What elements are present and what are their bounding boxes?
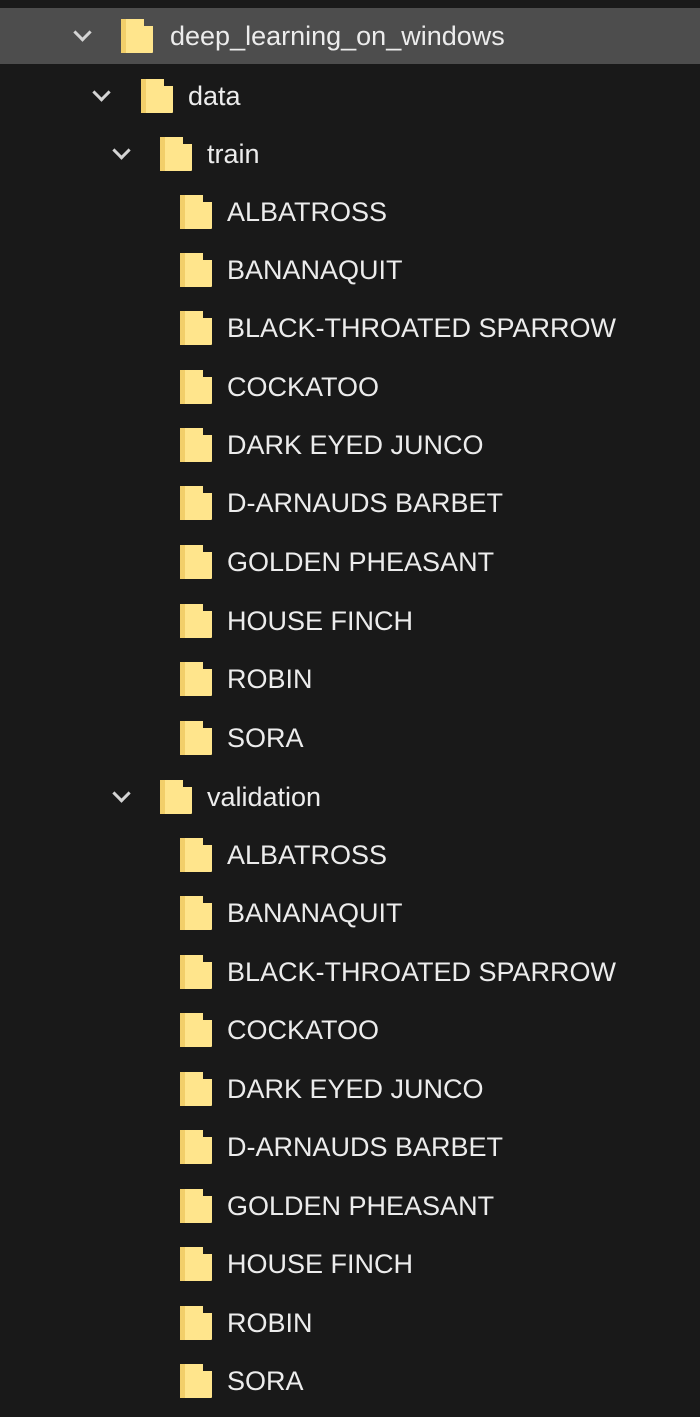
folder-icon bbox=[180, 428, 212, 462]
folder-icon bbox=[180, 662, 212, 696]
folder-icon bbox=[180, 1189, 212, 1223]
folder-icon bbox=[180, 838, 212, 872]
folder-icon bbox=[180, 896, 212, 930]
tree-item-validation[interactable]: validation bbox=[0, 768, 700, 826]
tree-item-label: validation bbox=[207, 782, 322, 812]
tree-item-train-class[interactable]: SORA bbox=[0, 709, 700, 767]
tree-item-validation-class[interactable]: SORA bbox=[0, 1352, 700, 1410]
tree-item-label: ALBATROSS bbox=[227, 197, 388, 227]
chevron-down-icon[interactable] bbox=[92, 83, 111, 102]
folder-icon bbox=[180, 1306, 212, 1340]
tree-item-train-class[interactable]: ALBATROSS bbox=[0, 183, 700, 241]
folder-icon bbox=[180, 955, 212, 989]
tree-item-label: D-ARNAUDS BARBET bbox=[227, 488, 504, 518]
folder-icon bbox=[160, 780, 192, 814]
chevron-down-icon[interactable] bbox=[112, 784, 131, 803]
tree-item-label: GOLDEN PHEASANT bbox=[227, 547, 495, 577]
folder-icon bbox=[180, 311, 212, 345]
tree-item-validation-class[interactable]: BLACK-THROATED SPARROW bbox=[0, 943, 700, 1001]
folder-icon bbox=[180, 1364, 212, 1398]
folder-icon bbox=[180, 604, 212, 638]
chevron-down-icon[interactable] bbox=[73, 23, 92, 42]
folder-icon bbox=[180, 1130, 212, 1164]
tree-item-train-class[interactable]: GOLDEN PHEASANT bbox=[0, 533, 700, 591]
tree-item-train-class[interactable]: ROBIN bbox=[0, 650, 700, 708]
tree-item-label: train bbox=[207, 139, 260, 169]
folder-icon bbox=[160, 137, 192, 171]
tree-item-label: BANANAQUIT bbox=[227, 255, 403, 285]
tree-item-validation-class[interactable]: GOLDEN PHEASANT bbox=[0, 1177, 700, 1235]
chevron-down-icon[interactable] bbox=[112, 141, 131, 160]
folder-icon bbox=[180, 253, 212, 287]
tree-item-label: D-ARNAUDS BARBET bbox=[227, 1132, 504, 1162]
tree-item-label: ROBIN bbox=[227, 664, 313, 694]
tree-item-label: DARK EYED JUNCO bbox=[227, 1074, 484, 1104]
tree-item-label: HOUSE FINCH bbox=[227, 1249, 414, 1279]
tree-item-validation-class[interactable]: DARK EYED JUNCO bbox=[0, 1060, 700, 1118]
tree-item-validation-class[interactable]: HOUSE FINCH bbox=[0, 1235, 700, 1293]
tree-item-train-class[interactable]: COCKATOO bbox=[0, 358, 700, 416]
tree-item-validation-class[interactable]: D-ARNAUDS BARBET bbox=[0, 1118, 700, 1176]
tree-item-label: ROBIN bbox=[227, 1308, 313, 1338]
folder-tree: deep_learning_on_windows data train ALBA… bbox=[0, 0, 700, 1417]
folder-icon bbox=[141, 79, 173, 113]
tree-item-deep-learning-on-windows[interactable]: deep_learning_on_windows bbox=[0, 8, 700, 64]
tree-item-label: DARK EYED JUNCO bbox=[227, 430, 484, 460]
folder-icon bbox=[180, 486, 212, 520]
tree-item-label: COCKATOO bbox=[227, 1015, 380, 1045]
tree-item-validation-class[interactable]: COCKATOO bbox=[0, 1001, 700, 1059]
tree-item-train-class[interactable]: BANANAQUIT bbox=[0, 241, 700, 299]
tree-item-train-class[interactable]: HOUSE FINCH bbox=[0, 592, 700, 650]
tree-item-label: COCKATOO bbox=[227, 372, 380, 402]
tree-item-label: BLACK-THROATED SPARROW bbox=[227, 313, 617, 343]
tree-item-train[interactable]: train bbox=[0, 125, 700, 183]
tree-item-data[interactable]: data bbox=[0, 67, 700, 125]
tree-item-label: ALBATROSS bbox=[227, 840, 388, 870]
folder-icon bbox=[180, 195, 212, 229]
tree-item-label: BLACK-THROATED SPARROW bbox=[227, 957, 617, 987]
folder-icon bbox=[180, 1247, 212, 1281]
tree-item-validation-class[interactable]: ALBATROSS bbox=[0, 826, 700, 884]
tree-item-train-class[interactable]: DARK EYED JUNCO bbox=[0, 416, 700, 474]
tree-item-validation-class[interactable]: ROBIN bbox=[0, 1294, 700, 1352]
tree-item-label: HOUSE FINCH bbox=[227, 606, 414, 636]
tree-item-train-class[interactable]: D-ARNAUDS BARBET bbox=[0, 474, 700, 532]
tree-item-validation-class[interactable]: BANANAQUIT bbox=[0, 884, 700, 942]
folder-icon bbox=[180, 721, 212, 755]
folder-icon bbox=[121, 19, 153, 53]
tree-item-label: deep_learning_on_windows bbox=[170, 21, 505, 51]
tree-item-label: SORA bbox=[227, 723, 304, 753]
tree-item-train-class[interactable]: BLACK-THROATED SPARROW bbox=[0, 299, 700, 357]
folder-icon bbox=[180, 545, 212, 579]
folder-icon bbox=[180, 370, 212, 404]
folder-icon bbox=[180, 1013, 212, 1047]
tree-item-label: BANANAQUIT bbox=[227, 898, 403, 928]
tree-item-label: data bbox=[188, 81, 241, 111]
tree-item-label: GOLDEN PHEASANT bbox=[227, 1191, 495, 1221]
tree-item-label: SORA bbox=[227, 1366, 304, 1396]
folder-icon bbox=[180, 1072, 212, 1106]
